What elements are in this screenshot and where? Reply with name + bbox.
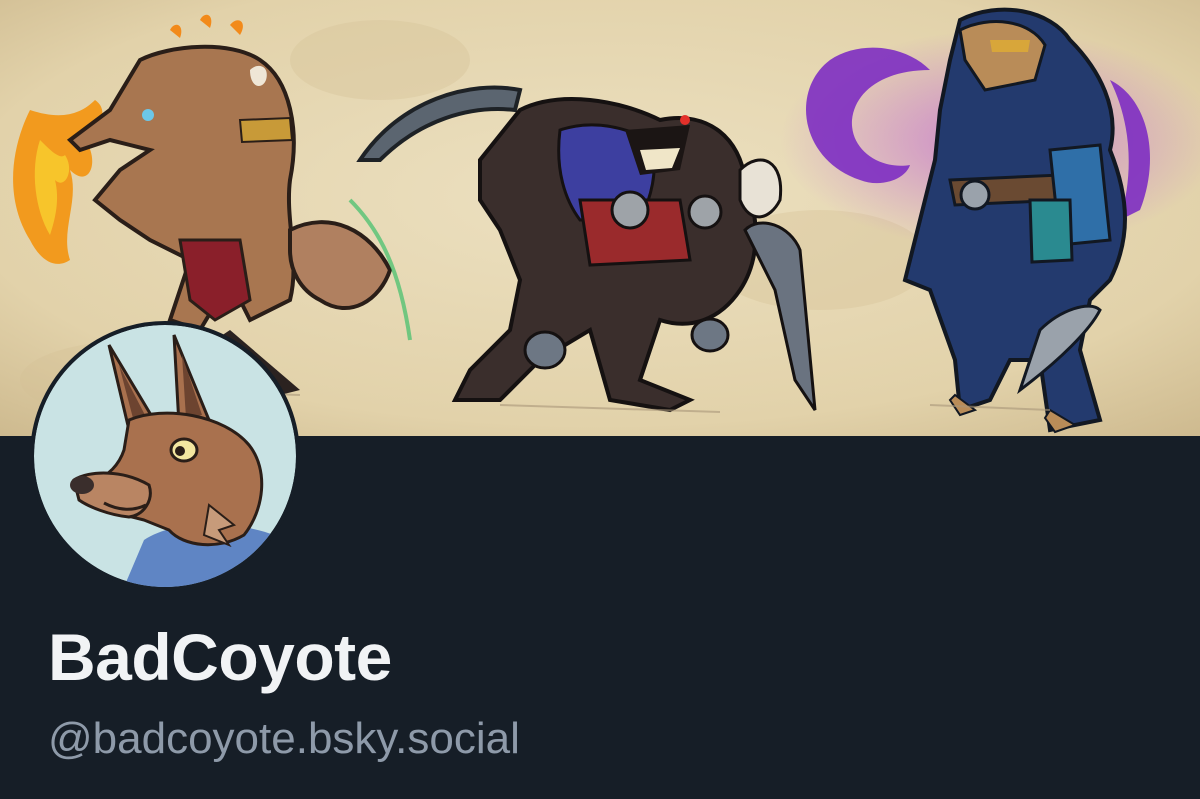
coyote-avatar-art xyxy=(34,325,296,587)
avatar[interactable] xyxy=(30,321,300,591)
display-name: BadCoyote xyxy=(48,620,392,694)
profile-handle[interactable]: @badcoyote.bsky.social xyxy=(48,714,520,764)
profile-page: BadCoyote @badcoyote.bsky.social xyxy=(0,0,1200,799)
